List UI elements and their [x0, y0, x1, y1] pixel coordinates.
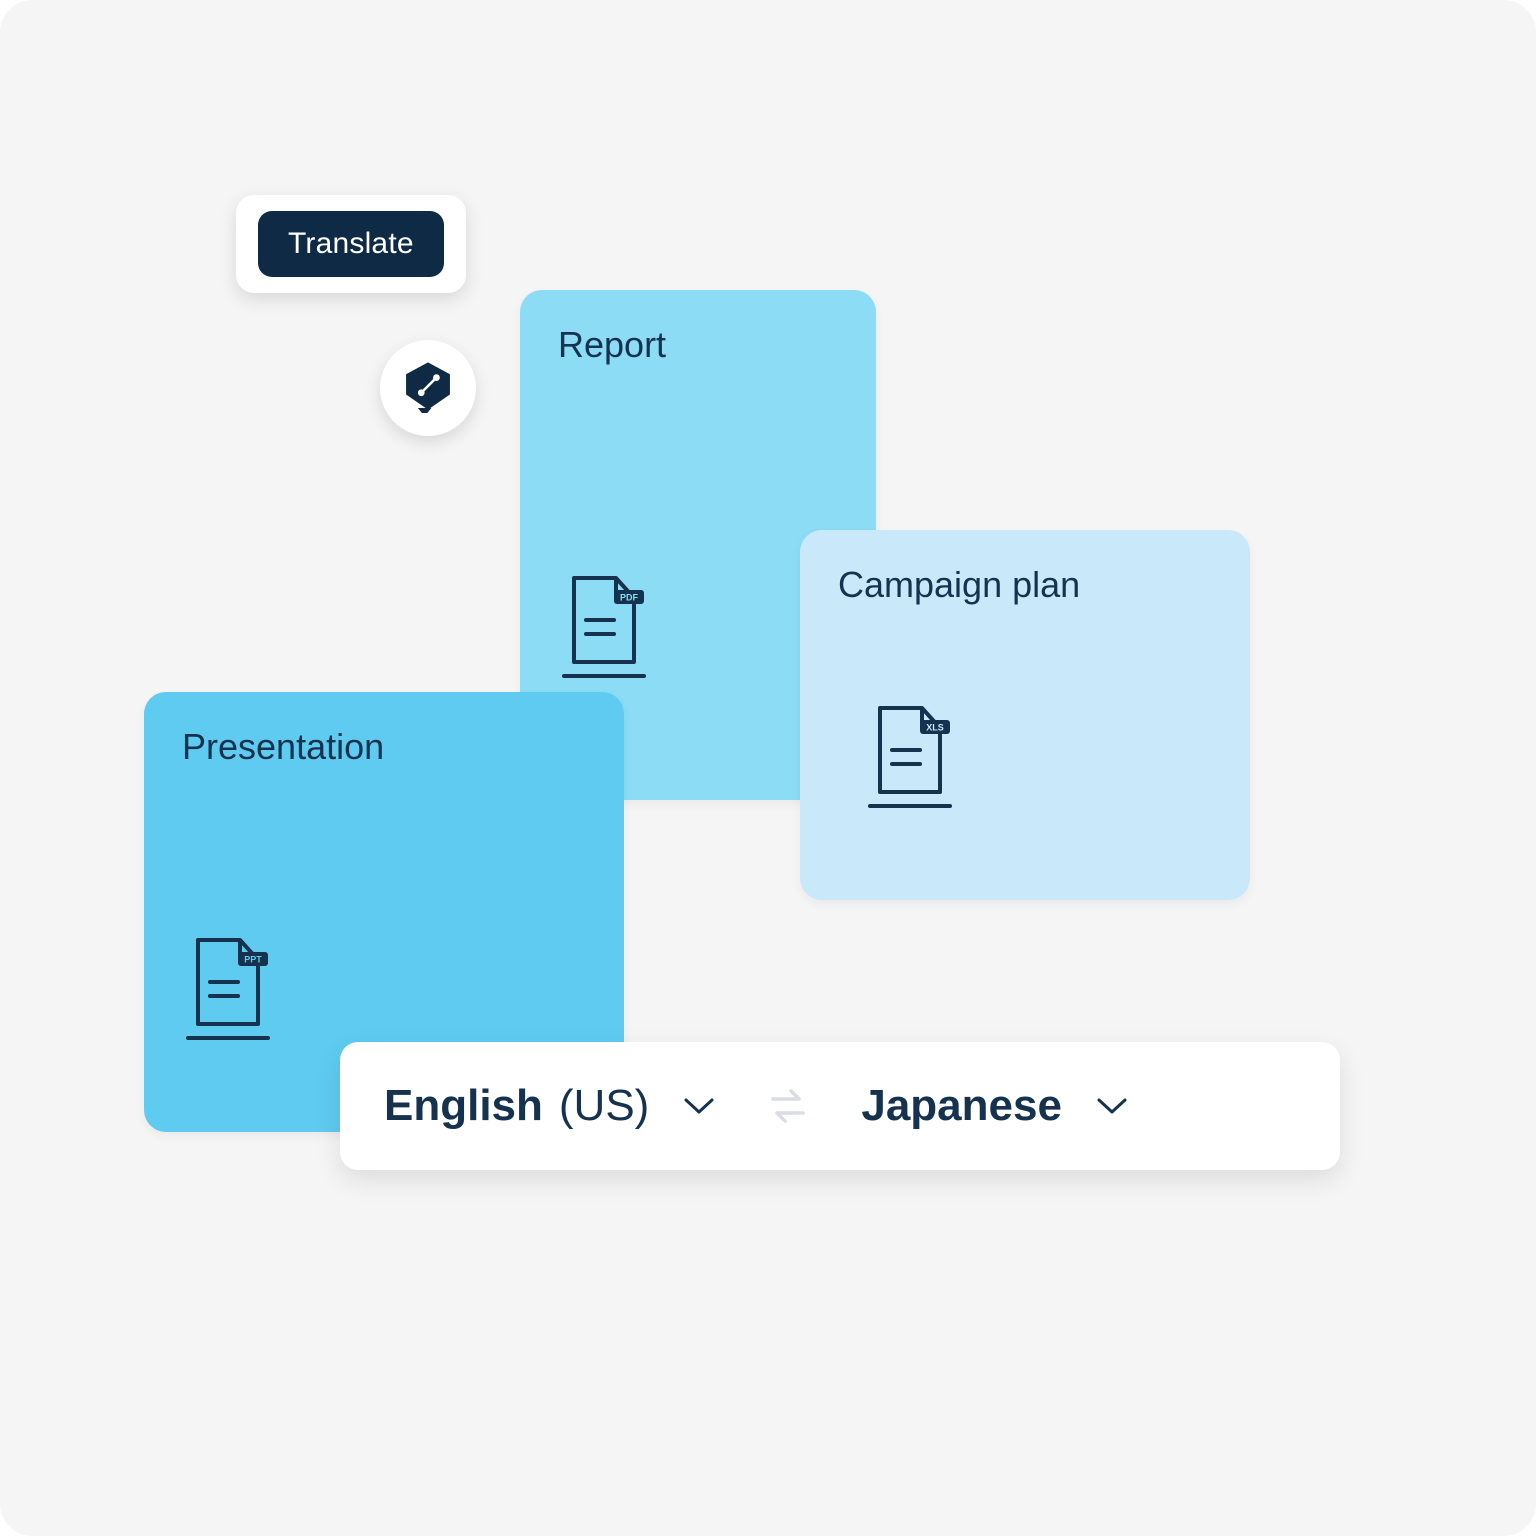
file-pdf-icon: PDF: [558, 576, 838, 682]
chevron-down-icon: [1096, 1096, 1128, 1116]
svg-text:XLS: XLS: [926, 723, 944, 733]
document-card-campaign[interactable]: Campaign plan XLS: [800, 530, 1250, 900]
language-bar: English (US) Japanese: [340, 1042, 1340, 1170]
chevron-down-icon: [683, 1096, 715, 1116]
target-language-select[interactable]: Japanese: [861, 1081, 1128, 1131]
card-title: Presentation: [182, 726, 586, 768]
source-language-select[interactable]: English (US): [384, 1081, 715, 1131]
card-title: Campaign plan: [838, 564, 1212, 606]
file-xls-icon: XLS: [864, 706, 1212, 812]
svg-text:PPT: PPT: [244, 955, 262, 965]
brand-hex-icon: [401, 359, 455, 418]
source-language-variant: (US): [559, 1081, 649, 1131]
target-language-name: Japanese: [861, 1081, 1062, 1131]
file-ppt-icon: PPT: [182, 938, 586, 1044]
brand-badge: [380, 340, 476, 436]
source-language-name: English: [384, 1081, 543, 1131]
swap-languages-button[interactable]: [765, 1083, 811, 1129]
translate-button[interactable]: Translate: [258, 211, 444, 277]
canvas: Translate Report PDF: [0, 0, 1536, 1536]
card-title: Report: [558, 324, 838, 366]
svg-text:PDF: PDF: [620, 593, 639, 603]
translate-button-container: Translate: [236, 195, 466, 293]
